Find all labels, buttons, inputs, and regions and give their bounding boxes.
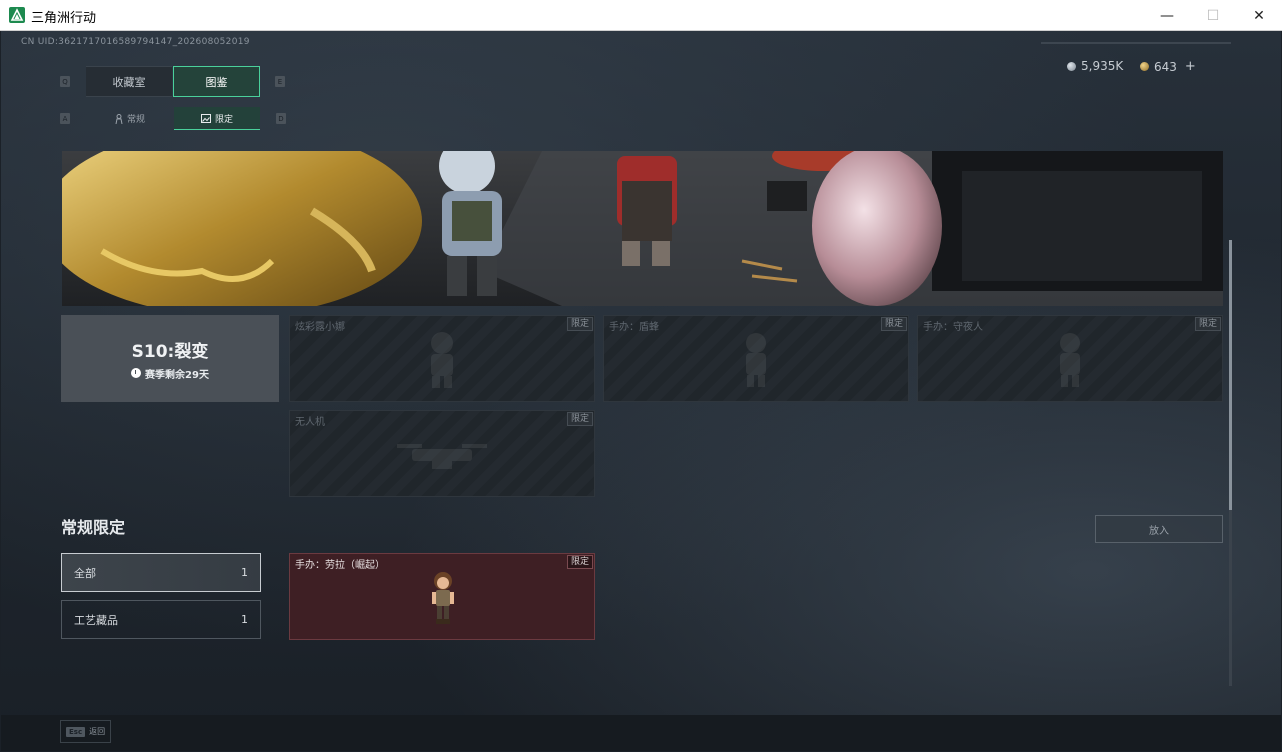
section-title: 常规限定 (61, 518, 126, 537)
image-small-icon (200, 113, 211, 123)
item-name: 手办：盾蜂 (609, 322, 659, 333)
filter-label: 全部 (74, 566, 96, 580)
filter-label: 工艺藏品 (74, 613, 118, 627)
filter-count: 1 (241, 566, 248, 579)
key-hint-e: E (275, 76, 285, 87)
figure-icon (746, 332, 766, 387)
item-card[interactable]: 手办：守夜人 限定 (917, 315, 1223, 402)
item-name: 手办：守夜人 (923, 322, 983, 333)
close-button[interactable]: ✕ (1236, 0, 1282, 31)
bottom-bar (1, 715, 1281, 751)
filter-craft-collectibles[interactable]: 工艺藏品 1 (61, 600, 261, 639)
user-uid: CN UID:3621717016589794147_202608052019 (21, 37, 250, 47)
silver-currency: 5,935K (1067, 59, 1123, 73)
scroll-thumb[interactable] (1229, 240, 1232, 510)
esc-key-hint: Esc (66, 726, 86, 737)
subtab-regular[interactable]: 常规 (87, 107, 173, 130)
limited-badge: 限定 (566, 317, 593, 331)
item-name: 炫彩露小娜 (295, 322, 345, 333)
top-divider (1041, 42, 1231, 44)
subtab-limited-label: 限定 (214, 114, 233, 125)
figure-icon (431, 331, 453, 388)
season-card: S10:裂变 赛季剩余29天 (61, 315, 279, 402)
item-name: 手办：劳拉（崛起） (295, 560, 385, 571)
figure-small-icon (115, 113, 123, 124)
back-label: 返回 (89, 727, 106, 736)
item-card[interactable]: 手办：盾蜂 限定 (603, 315, 909, 402)
maximize-button[interactable]: ☐ (1190, 0, 1236, 31)
item-card[interactable]: 炫彩露小娜 限定 (289, 315, 595, 402)
key-hint-q: Q (60, 76, 70, 87)
window-titlebar: 三角洲行动 — ☐ ✕ (0, 0, 1282, 31)
limited-badge: 限定 (566, 412, 593, 426)
season-remaining-label: 赛季剩余29天 (145, 369, 209, 381)
subtab-limited[interactable]: 限定 (174, 107, 260, 130)
tab-catalog[interactable]: 图鉴 (173, 66, 260, 97)
game-viewport: CN UID:3621717016589794147_202608052019 … (1, 31, 1281, 751)
silver-coin-icon (1067, 61, 1076, 71)
silver-amount: 5,935K (1081, 59, 1124, 73)
gold-coin-icon (1140, 62, 1149, 71)
filter-all[interactable]: 全部 1 (61, 553, 261, 592)
window-title: 三角洲行动 (31, 11, 97, 26)
limited-badge: 限定 (1194, 317, 1221, 331)
key-hint-a: A (60, 113, 70, 124)
season-remaining: 赛季剩余29天 (131, 366, 209, 381)
clock-icon (131, 368, 142, 378)
add-currency-button[interactable]: + (1185, 59, 1196, 74)
gold-currency: 643 + (1140, 59, 1196, 74)
filter-count: 1 (241, 613, 248, 626)
key-hint-d: D (276, 113, 286, 124)
figure-icon (1060, 332, 1080, 387)
limited-badge: 限定 (566, 555, 593, 569)
item-name: 无人机 (295, 417, 325, 428)
owned-item-card[interactable]: 手办：劳拉（崛起） 限定 (289, 553, 595, 640)
drone-icon (397, 443, 487, 469)
item-card[interactable]: 无人机 限定 (289, 410, 595, 497)
app-logo-icon (9, 7, 25, 23)
limited-badge: 限定 (880, 317, 907, 331)
put-in-button[interactable]: 放入 (1095, 515, 1223, 543)
subtab-regular-label: 常规 (126, 115, 145, 125)
lara-figure-icon (432, 572, 454, 624)
season-banner-image (62, 151, 1223, 306)
gold-amount: 643 (1154, 59, 1177, 74)
season-title: S10:裂变 (131, 341, 209, 362)
back-button[interactable]: Esc 返回 (60, 720, 112, 743)
tab-collection-room[interactable]: 收藏室 (86, 66, 172, 97)
minimize-button[interactable]: — (1144, 0, 1190, 31)
